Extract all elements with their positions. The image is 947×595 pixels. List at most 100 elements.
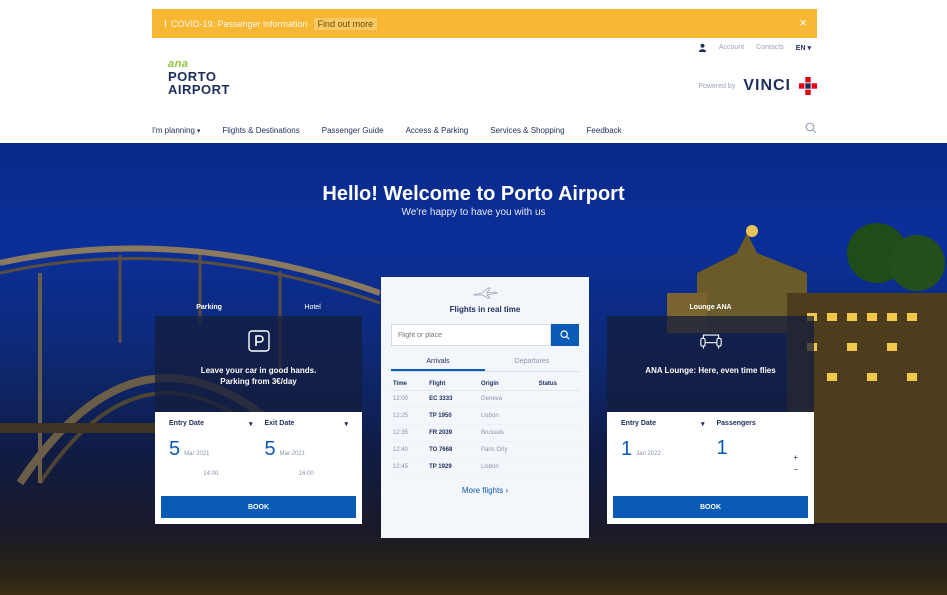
tab-departures[interactable]: Departures — [485, 354, 579, 371]
language-selector[interactable]: EN ▾ — [796, 44, 811, 52]
table-header-row: Time Flight Origin Status — [391, 378, 579, 391]
row-status — [536, 407, 579, 425]
col-status: Status — [536, 378, 579, 391]
exit-month: Mar 2021 — [279, 451, 305, 457]
nav-item-feedback[interactable]: Feedback — [587, 126, 622, 135]
table-row[interactable]: 12:00 EC 3333 Geneva — [391, 390, 579, 408]
entry-time[interactable]: 14:00 — [169, 471, 253, 477]
user-icon — [698, 43, 706, 52]
lounge-book-button[interactable]: BOOK — [613, 496, 808, 518]
row-time: 12:25 — [391, 407, 428, 425]
col-origin: Origin — [479, 378, 537, 391]
alert-banner: ! COVID-19: Passenger information Find o… — [152, 9, 817, 38]
flights-title: Flights in real time — [449, 305, 521, 314]
parking-icon — [247, 330, 270, 352]
nav-item-access-parking[interactable]: Access & Parking — [406, 126, 469, 135]
contacts-link[interactable]: Contacts — [756, 44, 784, 51]
tab-arrivals[interactable]: Arrivals — [391, 354, 485, 371]
row-time: 12:40 — [391, 441, 428, 459]
lounge-widget: Lounge ANA ANA Lounge: Here, even time f… — [607, 298, 814, 524]
flights-table: Time Flight Origin Status 12:00 EC 3333 … — [391, 378, 579, 476]
exit-date-label: Exit Date — [264, 420, 295, 427]
table-row[interactable]: 12:40 TO 7668 Paris Orly — [391, 441, 579, 459]
search-icon[interactable] — [805, 122, 817, 134]
close-icon[interactable]: × — [799, 15, 807, 30]
entry-date-field[interactable]: Entry Date ▾ 5 Mar 2021 14:00 — [163, 420, 259, 477]
tab-lounge[interactable]: Lounge ANA — [689, 304, 731, 311]
exit-time[interactable]: 16:00 — [265, 471, 349, 477]
vinci-logo-icon — [799, 77, 817, 95]
chevron-down-icon: ▾ — [344, 421, 348, 428]
vinci-logo-text: VINCI — [743, 77, 791, 94]
row-origin: Lisbon — [479, 407, 537, 425]
parking-book-button[interactable]: BOOK — [161, 496, 356, 518]
sofa-icon — [699, 334, 722, 349]
utility-bar: Account Contacts EN ▾ — [698, 43, 811, 52]
table-row[interactable]: 12:35 FR 2039 Brussels — [391, 424, 579, 442]
powered-by-label: Powered by — [698, 82, 736, 90]
porto-airport-logo[interactable]: ana PORTO AIRPORT — [168, 58, 230, 96]
row-status — [536, 458, 579, 476]
col-flight: Flight — [427, 378, 479, 391]
airplane-icon — [472, 287, 498, 299]
row-time: 12:00 — [391, 390, 428, 408]
passengers-field[interactable]: Passengers 1 — [711, 420, 807, 461]
alert-link[interactable]: Find out more — [313, 17, 378, 30]
flight-search-input[interactable] — [391, 324, 551, 346]
tab-hotel[interactable]: Hotel — [304, 304, 320, 311]
row-origin: Geneva — [479, 390, 537, 408]
lounge-text: ANA Lounge: Here, even time flies — [645, 366, 776, 375]
lounge-entry-date-field[interactable]: Entry Date ▾ 1 Jan 2022 — [615, 420, 711, 461]
row-status — [536, 441, 579, 459]
flight-search-button[interactable] — [551, 324, 579, 346]
powered-by: Powered by VINCI — [698, 77, 817, 95]
parking-tabs: Parking Hotel — [155, 298, 362, 316]
river-water — [0, 535, 947, 595]
row-status — [536, 390, 579, 408]
row-flight: EC 3333 — [427, 390, 479, 408]
passengers-stepper: + − — [793, 452, 798, 476]
row-status — [536, 424, 579, 442]
parking-form: Entry Date ▾ 5 Mar 2021 14:00 Exit Date ▾ … — [155, 412, 362, 524]
table-row[interactable]: 12:25 TP 1950 Lisbon — [391, 407, 579, 425]
col-time: Time — [391, 378, 428, 391]
lounge-tabs: Lounge ANA — [607, 298, 814, 316]
parking-panel: Leave your car in good hands. Parking fr… — [155, 316, 362, 412]
row-flight: TO 7668 — [427, 441, 479, 459]
lounge-panel: ANA Lounge: Here, even time flies — [607, 316, 814, 412]
row-flight: FR 2039 — [427, 424, 479, 442]
passengers-value: 1 — [716, 437, 728, 459]
parking-widget: Parking Hotel Leave your car in good han… — [155, 298, 362, 524]
row-flight: TP 1929 — [427, 458, 479, 476]
decrement-icon[interactable]: − — [793, 464, 798, 476]
entry-day: 5 — [169, 438, 181, 460]
row-flight: TP 1950 — [427, 407, 479, 425]
exit-date-field[interactable]: Exit Date ▾ 5 Mar 2021 16:00 — [259, 420, 355, 477]
more-flights-link[interactable]: More flights › — [391, 486, 579, 495]
nav-item-planning[interactable]: I'm planning — [152, 126, 200, 135]
flight-search — [391, 324, 579, 346]
parking-text-2: Parking from 3€/day — [220, 377, 297, 386]
row-origin: Brussels — [479, 424, 537, 442]
tab-parking[interactable]: Parking — [196, 304, 222, 311]
passengers-label: Passengers — [716, 420, 756, 427]
nav-item-flights[interactable]: Flights & Destinations — [222, 126, 299, 135]
nav-item-services-shopping[interactable]: Services & Shopping — [490, 126, 564, 135]
increment-icon[interactable]: + — [793, 452, 798, 464]
hero-title: Hello! Welcome to Porto Airport — [322, 183, 625, 205]
row-time: 12:35 — [391, 424, 428, 442]
parking-text-1: Leave your car in good hands. — [200, 366, 317, 375]
alert-icon: ! — [164, 18, 167, 29]
main-nav: I'm planning Flights & Destinations Pass… — [152, 120, 817, 140]
nav-item-passenger-guide[interactable]: Passenger Guide — [322, 126, 384, 135]
flights-widget: Flights in real time Arrivals Departures… — [381, 277, 589, 538]
table-row[interactable]: 12:45 TP 1929 Lisbon — [391, 458, 579, 476]
hero-subtitle: We're happy to have you with us — [401, 207, 546, 218]
chevron-down-icon: ▾ — [248, 421, 253, 428]
exit-day: 5 — [264, 438, 276, 460]
account-link[interactable]: Account — [719, 44, 744, 51]
logo-line-2: AIRPORT — [168, 82, 230, 97]
search-icon — [560, 330, 570, 340]
row-time: 12:45 — [391, 458, 428, 476]
row-origin: Paris Orly — [479, 441, 537, 459]
